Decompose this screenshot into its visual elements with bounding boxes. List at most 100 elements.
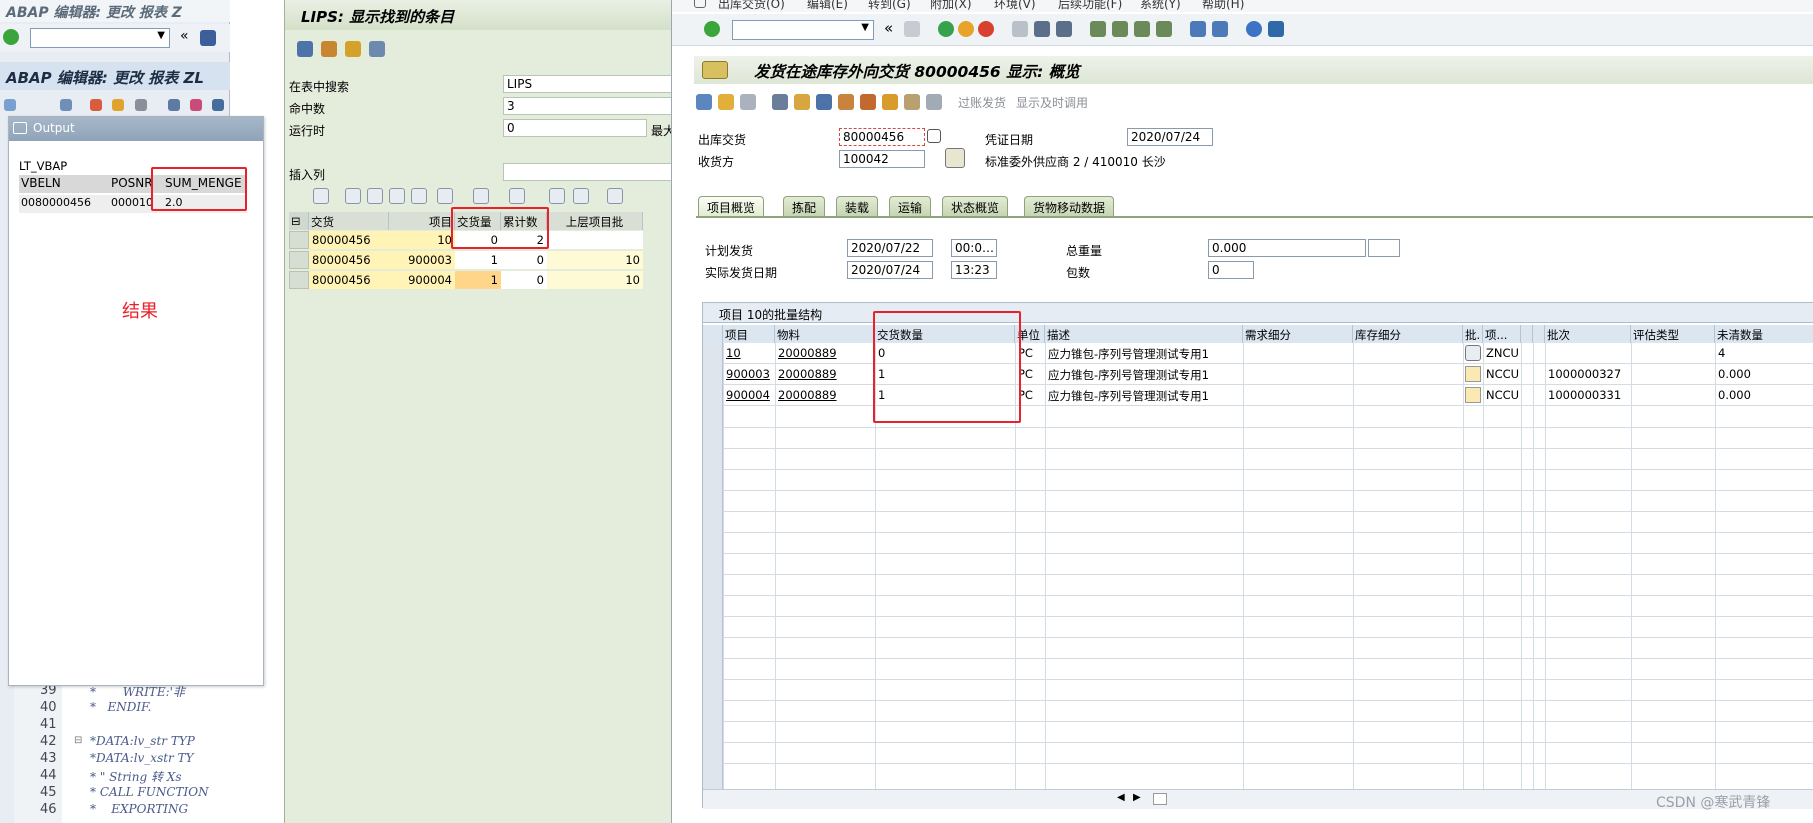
col-item-category[interactable]: 项... (1483, 325, 1521, 343)
save-icon[interactable] (200, 30, 216, 46)
scroll-right-icon[interactable]: ▶ (1133, 792, 1141, 803)
prev-page-icon[interactable] (1112, 21, 1128, 37)
tab-item-overview[interactable]: 项目概览 (698, 196, 765, 216)
back-double-icon[interactable]: « (884, 19, 893, 37)
copy-field-icon[interactable] (927, 129, 941, 143)
check-icon[interactable] (90, 99, 102, 111)
insert-column-field[interactable] (503, 163, 678, 181)
scroll-left-icon[interactable]: ◀ (1117, 792, 1125, 803)
display-change-icon[interactable] (60, 99, 72, 111)
col-requirement-segment[interactable]: 需求细分 (1243, 325, 1353, 343)
batch-icon[interactable] (882, 94, 898, 110)
list-icon[interactable] (369, 41, 385, 57)
change-icon[interactable] (696, 94, 712, 110)
find-icon[interactable] (389, 188, 405, 204)
menu-help[interactable]: 帮助(H) (1202, 0, 1244, 12)
object-menu-icon[interactable] (702, 61, 728, 79)
post-gi-button[interactable]: 过账发货 (958, 94, 1006, 111)
back-icon[interactable] (4, 99, 16, 111)
sap-menu-icon[interactable] (694, 0, 706, 8)
col-flag-1[interactable] (1521, 325, 1533, 343)
command-field[interactable]: ▼ (30, 28, 170, 48)
activate-icon[interactable] (112, 99, 124, 111)
horizontal-scrollbar[interactable]: ◀ ▶ (703, 789, 1813, 809)
print-icon[interactable] (1012, 21, 1028, 37)
tab-transport[interactable]: 运输 (889, 196, 932, 216)
batch-split-icon[interactable] (1465, 345, 1481, 361)
col-delivery[interactable]: 交货 (309, 212, 389, 230)
outbound-delivery-field[interactable]: 80000456 (839, 128, 925, 146)
display-jit-button[interactable]: 显示及时调用 (1016, 94, 1088, 111)
find-next-icon[interactable] (411, 188, 427, 204)
batch-checkbox[interactable] (1465, 387, 1481, 403)
address-icon[interactable] (945, 148, 965, 168)
details-icon[interactable] (313, 188, 329, 204)
test-icon[interactable] (135, 99, 147, 111)
cancel-icon[interactable] (978, 21, 994, 37)
create-icon[interactable] (718, 94, 734, 110)
grid-select-all[interactable] (703, 325, 723, 343)
delete-icon[interactable] (740, 94, 756, 110)
partner-icon[interactable] (816, 94, 832, 110)
enter-icon[interactable] (704, 21, 720, 37)
col-open-qty[interactable]: 未清数量 (1715, 325, 1813, 343)
wand-icon[interactable] (190, 99, 202, 111)
where-used-icon[interactable] (168, 99, 180, 111)
search-table-field[interactable]: LIPS (503, 75, 678, 93)
row-selector-header[interactable]: ⊟ (289, 212, 309, 230)
menu-system[interactable]: 系统(Y) (1140, 0, 1181, 12)
col-flag-2[interactable] (1533, 325, 1545, 343)
col-material[interactable]: 物料 (775, 325, 875, 343)
print-preview-icon[interactable] (549, 188, 565, 204)
subtotal-icon[interactable] (509, 188, 525, 204)
output-titlebar[interactable]: Output (9, 117, 263, 141)
col-batch-flag[interactable]: 批. (1463, 325, 1483, 343)
tab-goods-movement[interactable]: 货物移动数据 (1024, 196, 1115, 216)
menu-environment[interactable]: 环境(V) (994, 0, 1036, 12)
menu-goto[interactable]: 转到(G) (868, 0, 911, 12)
find-next-icon[interactable] (1056, 21, 1072, 37)
tab-status-overview[interactable]: 状态概览 (942, 196, 1009, 216)
col-description[interactable]: 描述 (1045, 325, 1243, 343)
new-session-icon[interactable] (1190, 21, 1206, 37)
tab-picking[interactable]: 拣配 (783, 196, 826, 216)
col-item[interactable]: 项目 (389, 212, 455, 230)
collapse-icon[interactable]: ⊟ (74, 735, 82, 746)
print-icon[interactable] (212, 99, 224, 111)
find-icon[interactable] (1034, 21, 1050, 37)
exit-icon[interactable] (958, 21, 974, 37)
col-higher-item[interactable]: 上层项目批 (547, 212, 643, 230)
help-icon[interactable] (1246, 21, 1262, 37)
col-batch[interactable]: 批次 (1545, 325, 1631, 343)
first-page-icon[interactable] (1090, 21, 1106, 37)
table-row[interactable]: 80000456 900003 1 0 10 (289, 251, 643, 270)
next-page-icon[interactable] (1134, 21, 1150, 37)
menu-subsequent[interactable]: 后续功能(F) (1058, 0, 1122, 12)
filter-icon[interactable] (437, 188, 453, 204)
row-selector-column[interactable] (703, 343, 723, 789)
last-page-icon[interactable] (1156, 21, 1172, 37)
layout-icon[interactable] (607, 188, 623, 204)
settings-icon[interactable] (321, 41, 337, 57)
sort-asc-icon[interactable] (345, 188, 361, 204)
warehouse-icon[interactable] (904, 94, 920, 110)
header-icon[interactable] (794, 94, 810, 110)
shortcut-icon[interactable] (1212, 21, 1228, 37)
command-field[interactable]: ▼ (732, 20, 874, 40)
menu-extras[interactable]: 附加(X) (930, 0, 972, 12)
col-valuation-type[interactable]: 评估类型 (1631, 325, 1715, 343)
batch-checkbox[interactable] (1465, 366, 1481, 382)
back-icon[interactable] (938, 21, 954, 37)
copy-icon[interactable] (772, 94, 788, 110)
back-double-icon[interactable]: « (180, 28, 189, 44)
layout-menu-icon[interactable] (1268, 21, 1284, 37)
enter-icon[interactable] (3, 29, 19, 45)
shipment-icon[interactable] (838, 94, 854, 110)
col-item[interactable]: 项目 (723, 325, 775, 343)
package-icon[interactable] (860, 94, 876, 110)
ship-to-field[interactable]: 100042 (839, 150, 925, 168)
col-stock-segment[interactable]: 库存细分 (1353, 325, 1463, 343)
sum-icon[interactable] (473, 188, 489, 204)
grid-icon[interactable] (926, 94, 942, 110)
sort-desc-icon[interactable] (367, 188, 383, 204)
